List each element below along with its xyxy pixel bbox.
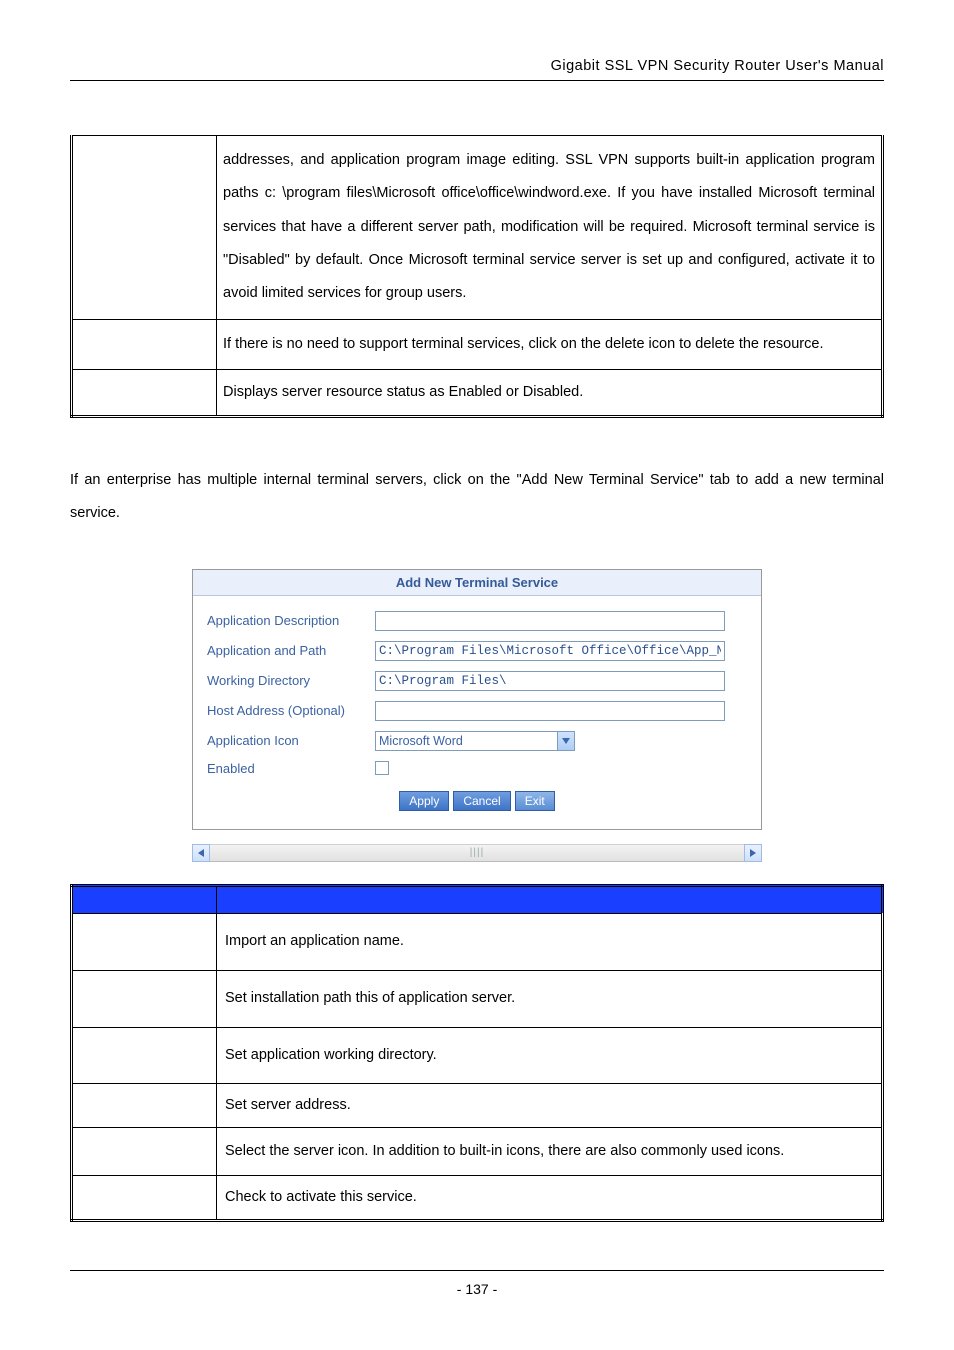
input-host-address[interactable] [375,701,725,721]
label-working-directory: Working Directory [207,673,375,688]
label-enabled: Enabled [207,761,375,776]
apply-button[interactable]: Apply [399,791,449,811]
t2-r3-text: Set application working directory. [217,1028,881,1084]
t2-r3-key [72,1027,217,1084]
t2-r5-text: Select the server icon. In addition to b… [217,1128,881,1176]
t2-r4-key [72,1084,217,1127]
info-table-1: addresses, and application program image… [70,135,884,418]
scroll-left-icon[interactable] [192,844,210,862]
t2-r4-text: Set server address. [217,1084,881,1126]
t1-r1-text: addresses, and application program image… [217,136,881,319]
horizontal-scrollbar[interactable]: |||| [192,844,762,862]
t1-r2-key [72,319,217,369]
t1-r1-key [72,136,217,320]
t2-header-key [72,885,217,913]
select-app-icon-value: Microsoft Word [376,734,557,748]
chevron-down-icon [557,732,574,750]
t1-r3-key [72,370,217,417]
screenshot-panel: Add New Terminal Service Application Des… [192,569,762,862]
label-host-address: Host Address (Optional) [207,703,375,718]
label-app-description: Application Description [207,613,375,628]
t1-r3-text: Displays server resource status as Enabl… [217,370,881,415]
input-app-description[interactable] [375,611,725,631]
t2-r2-text: Set installation path this of applicatio… [217,971,881,1027]
input-working-directory[interactable] [375,671,725,691]
t2-r1-key [72,913,217,970]
scroll-right-icon[interactable] [744,844,762,862]
checkbox-enabled[interactable] [375,761,389,775]
t1-r2-text: If there is no need to support terminal … [217,320,881,369]
t2-r2-key [72,970,217,1027]
label-app-icon: Application Icon [207,733,375,748]
t2-r6-text: Check to activate this service. [217,1176,881,1218]
page-header: Gigabit SSL VPN Security Router User's M… [70,58,884,81]
panel-title: Add New Terminal Service [193,570,761,596]
info-table-2: Import an application name. Set installa… [70,884,884,1222]
label-app-path: Application and Path [207,643,375,658]
page-number: - 137 - [457,1281,497,1297]
intro-paragraph: If an enterprise has multiple internal t… [70,464,884,531]
exit-button[interactable]: Exit [515,791,555,811]
t1-r2-val: If there is no need to support terminal … [217,319,883,369]
t2-header-val [217,885,883,913]
t2-r5-key [72,1127,217,1176]
scroll-thumb[interactable]: |||| [209,845,745,861]
t2-r1-text: Import an application name. [217,914,881,970]
select-app-icon[interactable]: Microsoft Word [375,731,575,751]
t2-r6-key [72,1176,217,1220]
page-footer: - 137 - [70,1270,884,1297]
cancel-button[interactable]: Cancel [453,791,510,811]
t1-r1-val: addresses, and application program image… [217,136,883,320]
t1-r3-val: Displays server resource status as Enabl… [217,370,883,417]
input-app-path[interactable] [375,641,725,661]
